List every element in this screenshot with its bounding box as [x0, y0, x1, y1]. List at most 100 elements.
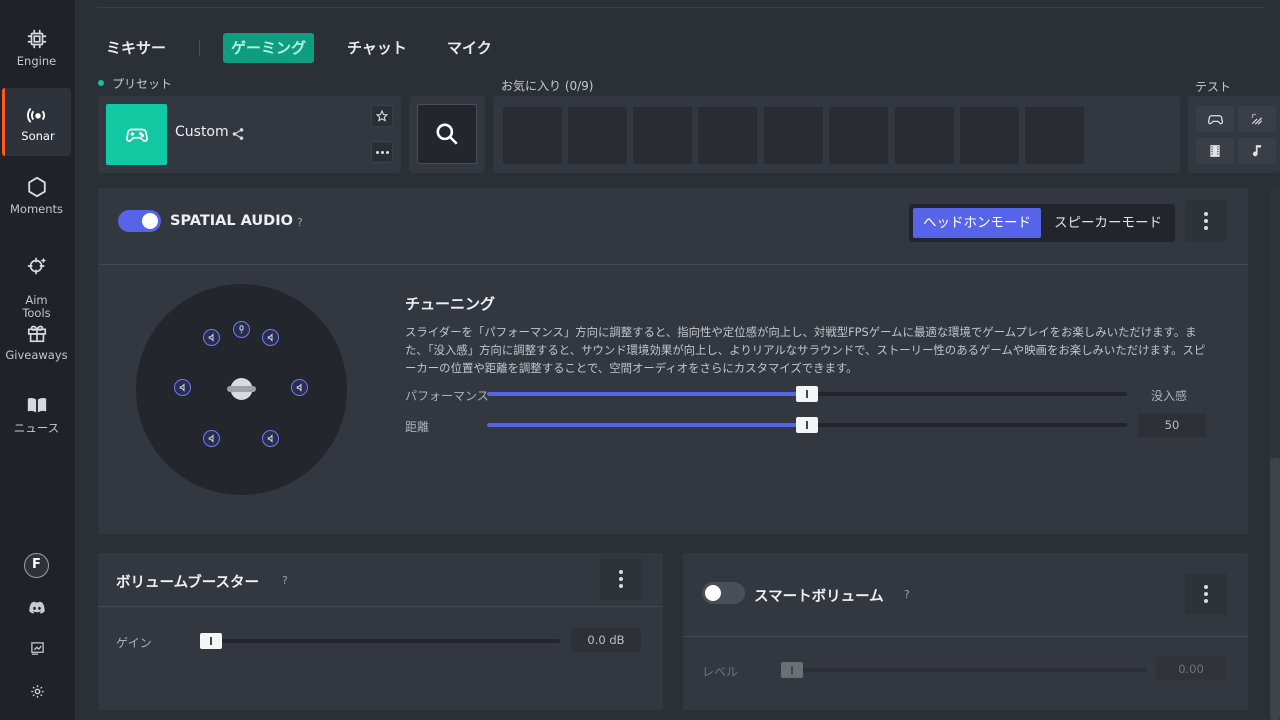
- preset-label: プリセット: [112, 77, 173, 91]
- speaker-rear-left-icon[interactable]: [203, 430, 220, 447]
- gain-slider-thumb[interactable]: [200, 633, 222, 649]
- favorites-label: お気に入り (0/9): [501, 79, 594, 93]
- speaker-mode-button[interactable]: スピーカーモード: [1045, 208, 1171, 238]
- distance-slider-track[interactable]: [487, 417, 1127, 433]
- sidebar: Engine Sonar Moments Aim Tools Giveaways…: [0, 0, 75, 720]
- favorite-slot[interactable]: [1025, 107, 1084, 164]
- avatar[interactable]: F: [24, 553, 49, 578]
- speaker-front-right-icon[interactable]: [262, 329, 279, 346]
- sidebar-item-giveaways[interactable]: Giveaways: [2, 322, 71, 366]
- test-gaming-button[interactable]: [1196, 106, 1234, 132]
- level-slider-thumb[interactable]: [781, 662, 803, 678]
- distance-slider-thumb[interactable]: [796, 417, 818, 433]
- gain-slider-track[interactable]: [200, 633, 560, 649]
- gain-value[interactable]: 0.0 dB: [571, 628, 641, 652]
- smart-volume-title: スマートボリューム: [754, 589, 884, 605]
- smart-volume-help-icon[interactable]: ?: [904, 588, 910, 601]
- spatial-audio-more-button[interactable]: [1185, 200, 1227, 242]
- book-icon: [27, 397, 46, 413]
- mode-switch: ヘッドホンモード スピーカーモード: [909, 204, 1175, 242]
- favorite-slot[interactable]: [895, 107, 954, 164]
- smart-volume-panel: スマートボリューム ? レベル 0.00: [683, 553, 1248, 710]
- favorite-slot[interactable]: [633, 107, 692, 164]
- music-note-icon: [1252, 145, 1262, 157]
- effect-icon: [1251, 113, 1263, 125]
- distance-value[interactable]: 50: [1138, 413, 1206, 437]
- smart-volume-toggle[interactable]: [702, 582, 745, 604]
- chip-icon: [27, 29, 46, 49]
- headphone-mode-button[interactable]: ヘッドホンモード: [913, 208, 1041, 238]
- top-divider: [97, 7, 1264, 8]
- sidebar-item-label: Engine: [16, 54, 57, 68]
- test-music-button[interactable]: [1238, 138, 1276, 164]
- favorite-slot[interactable]: [829, 107, 888, 164]
- panel-divider: [683, 636, 1248, 637]
- panel-divider: [98, 606, 663, 607]
- test-panel: [1188, 96, 1280, 173]
- favorite-slot[interactable]: [698, 107, 757, 164]
- preset-more-button[interactable]: [371, 141, 393, 163]
- hexagon-icon: [27, 176, 46, 198]
- share-icon[interactable]: [231, 126, 245, 145]
- smart-volume-more-button[interactable]: [1185, 573, 1227, 615]
- favorite-slot[interactable]: [568, 107, 627, 164]
- tuning-title: チューニング: [405, 295, 496, 313]
- volume-booster-more-button[interactable]: [600, 558, 642, 600]
- tab-chat[interactable]: チャット: [347, 33, 407, 63]
- preset-thumbnail: [106, 104, 167, 165]
- preset-status-dot: [98, 80, 104, 86]
- gamepad-icon: [125, 128, 148, 142]
- spatial-audio-title: SPATIAL AUDIO: [170, 213, 293, 229]
- gift-icon: [27, 325, 46, 343]
- sidebar-item-news[interactable]: ニュース: [2, 394, 71, 438]
- preset-card[interactable]: Custom: [98, 96, 401, 173]
- speaker-side-left-icon[interactable]: [174, 379, 191, 396]
- panel-divider: [98, 264, 1248, 265]
- star-icon: [376, 110, 388, 122]
- test-movie-button[interactable]: [1196, 138, 1234, 164]
- speaker-front-center-icon[interactable]: [233, 321, 250, 338]
- level-value[interactable]: 0.00: [1156, 657, 1226, 681]
- level-slider-track[interactable]: [781, 662, 1147, 678]
- favorite-slot[interactable]: [503, 107, 562, 164]
- sidebar-item-label: Aim Tools: [22, 293, 51, 320]
- test-effect-button[interactable]: [1238, 106, 1276, 132]
- spatial-audio-toggle[interactable]: [118, 210, 161, 232]
- sidebar-item-aim-tools[interactable]: Aim Tools: [2, 242, 71, 320]
- sidebar-item-sonar[interactable]: Sonar: [2, 88, 71, 156]
- sidebar-item-engine[interactable]: Engine: [2, 28, 71, 72]
- spatial-audio-help-icon[interactable]: ?: [297, 216, 303, 229]
- distance-slider-fill: [487, 423, 807, 427]
- speaker-side-right-icon[interactable]: [291, 379, 308, 396]
- discord-icon[interactable]: [22, 600, 52, 619]
- sidebar-item-moments[interactable]: Moments: [2, 176, 71, 220]
- tuning-slider-fill: [487, 392, 807, 396]
- preset-search-button[interactable]: [417, 104, 477, 164]
- preset-search-card: [409, 96, 485, 173]
- tuning-slider-thumb[interactable]: [796, 386, 818, 402]
- tab-mic[interactable]: マイク: [447, 33, 492, 63]
- speaker-front-left-icon[interactable]: [203, 329, 220, 346]
- speaker-field[interactable]: [136, 284, 347, 495]
- speaker-rear-right-icon[interactable]: [262, 430, 279, 447]
- tuning-slider-track[interactable]: [487, 386, 1127, 402]
- sonar-icon: [27, 107, 45, 123]
- tab-mixer[interactable]: ミキサー: [106, 33, 166, 63]
- spatial-audio-panel: SPATIAL AUDIO ? ヘッドホンモード スピーカーモード チューニング…: [98, 188, 1248, 534]
- favorite-star-button[interactable]: [371, 105, 393, 127]
- favorites-bar: [493, 96, 1180, 173]
- volume-booster-title: ボリュームブースター: [116, 575, 259, 591]
- scrollbar-thumb[interactable]: [1270, 458, 1280, 720]
- sidebar-item-label: ニュース: [13, 421, 60, 435]
- crosshair-icon: [27, 257, 46, 275]
- scrollbar-track[interactable]: [1270, 188, 1280, 720]
- favorite-slot[interactable]: [960, 107, 1019, 164]
- feedback-icon[interactable]: [22, 641, 52, 660]
- volume-booster-help-icon[interactable]: ?: [282, 574, 288, 587]
- tab-gaming[interactable]: ゲーミング: [223, 33, 315, 63]
- search-icon: [436, 123, 458, 145]
- sidebar-item-label: Giveaways: [5, 348, 68, 362]
- settings-icon[interactable]: [22, 684, 52, 703]
- favorite-slot[interactable]: [764, 107, 823, 164]
- tab-separator: [199, 40, 200, 56]
